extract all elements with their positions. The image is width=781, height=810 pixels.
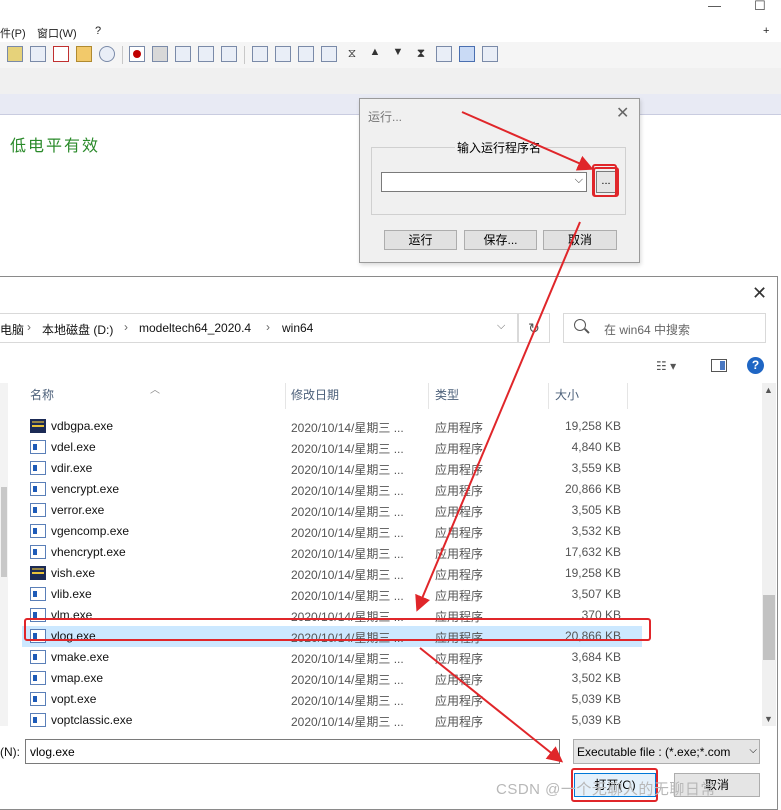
arrow-to-vlog — [415, 221, 581, 612]
annotation-arrows — [415, 111, 594, 763]
arrow-to-browse — [461, 111, 594, 171]
arrow-to-open — [419, 647, 564, 763]
watermark: CSDN @一个无聊人的无聊日常 — [496, 781, 716, 798]
